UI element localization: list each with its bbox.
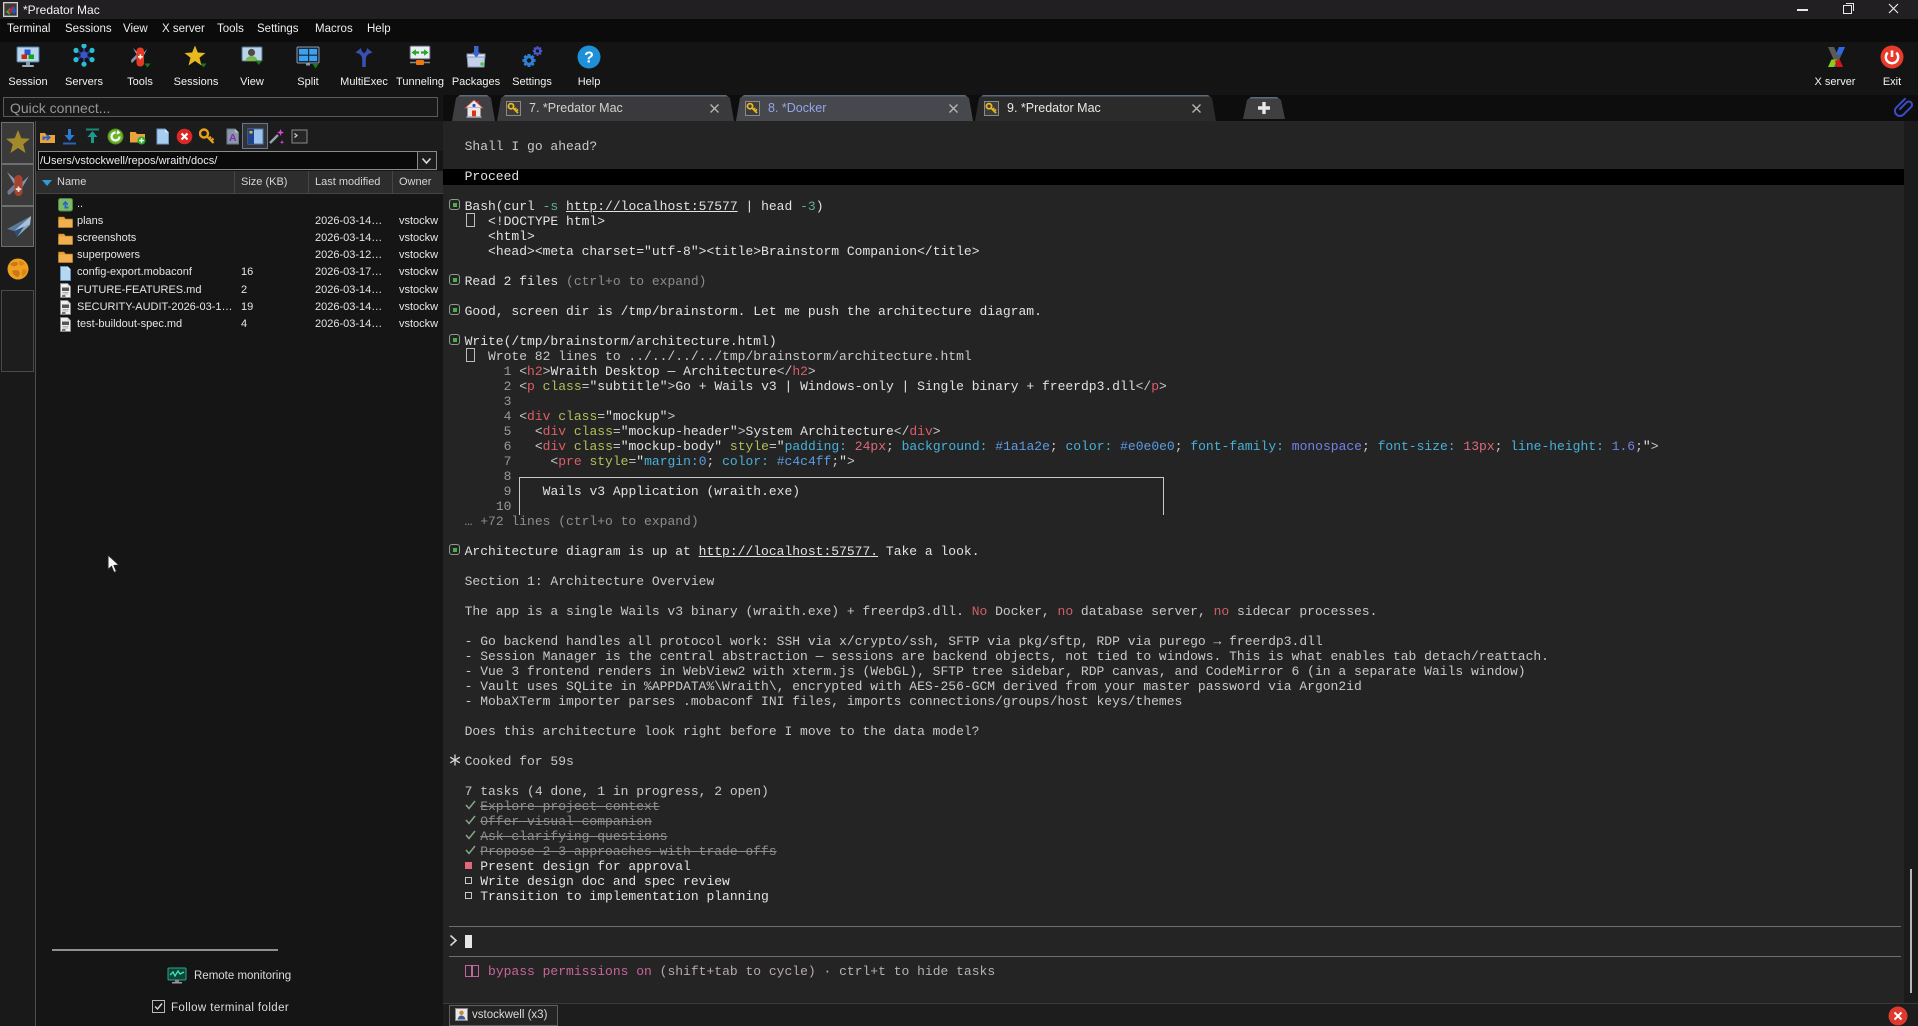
svg-text:A: A [229,132,237,144]
svg-text:?: ? [584,50,594,67]
